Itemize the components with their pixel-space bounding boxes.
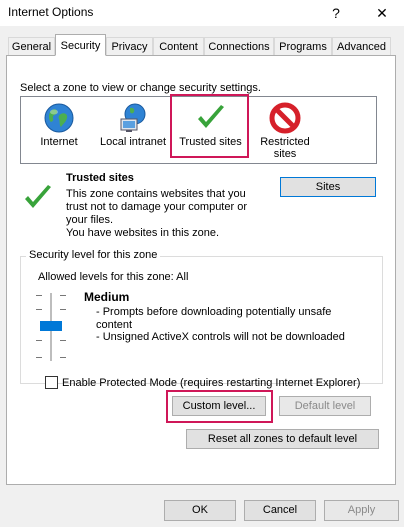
allowed-levels-label: Allowed levels for this zone: All (38, 271, 189, 283)
slider-tick (36, 295, 42, 296)
zone-internet[interactable]: Internet (26, 98, 92, 160)
slider-tick (36, 309, 42, 310)
intranet-icon (117, 102, 149, 137)
zone-title: Trusted sites (66, 172, 134, 184)
level-name: Medium (84, 290, 130, 304)
apply-button[interactable]: Apply (324, 500, 399, 521)
tab-advanced[interactable]: Advanced (332, 37, 391, 55)
tab-privacy[interactable]: Privacy (106, 37, 153, 55)
tab-programs[interactable]: Programs (274, 37, 332, 55)
cancel-button[interactable]: Cancel (244, 500, 316, 521)
security-level-label: Security level for this zone (26, 249, 161, 261)
protected-mode-checkbox[interactable] (45, 376, 58, 389)
default-level-button[interactable]: Default level (279, 396, 371, 416)
reset-all-zones-button[interactable]: Reset all zones to default level (186, 429, 379, 449)
slider-tick (60, 309, 66, 310)
level-description-1: - Prompts before downloading potentially… (96, 306, 332, 331)
checkmark-icon (22, 182, 54, 217)
slider-tick (36, 340, 42, 341)
ok-button[interactable]: OK (164, 500, 236, 521)
zone-trusted-label: Trusted sites (179, 136, 242, 148)
protected-mode-label[interactable]: Enable Protected Mode (requires restarti… (62, 377, 360, 389)
zone-instruction: Select a zone to view or change security… (20, 82, 261, 94)
close-button[interactable]: ✕ (367, 0, 397, 26)
slider-tick (60, 357, 66, 358)
custom-level-button[interactable]: Custom level... (172, 396, 266, 416)
slider-tick (36, 357, 42, 358)
zone-intranet-label: Local intranet (99, 136, 167, 148)
globe-icon (43, 102, 75, 137)
sites-button[interactable]: Sites (280, 177, 376, 197)
level-description-2: - Unsigned ActiveX controls will not be … (96, 331, 345, 343)
zone-local-intranet[interactable]: Local intranet (97, 98, 169, 160)
zone-description: This zone contains websites that you tru… (66, 188, 247, 239)
tab-general[interactable]: General (8, 37, 55, 55)
slider-tick (60, 340, 66, 341)
zone-trusted-sites[interactable]: Trusted sites (171, 98, 250, 160)
tab-connections[interactable]: Connections (204, 37, 274, 55)
security-slider-thumb[interactable] (40, 321, 62, 331)
tab-security[interactable]: Security (55, 34, 106, 56)
checkmark-icon (195, 102, 227, 137)
window-title: Internet Options (8, 5, 94, 19)
help-button[interactable]: ? (321, 0, 351, 26)
zone-restricted-sites[interactable]: Restricted sites (250, 98, 320, 160)
no-entry-icon (269, 102, 301, 137)
zone-internet-label: Internet (40, 136, 78, 148)
zone-restricted-label: Restricted sites (260, 136, 310, 160)
tab-content[interactable]: Content (153, 37, 204, 55)
slider-tick (60, 295, 66, 296)
